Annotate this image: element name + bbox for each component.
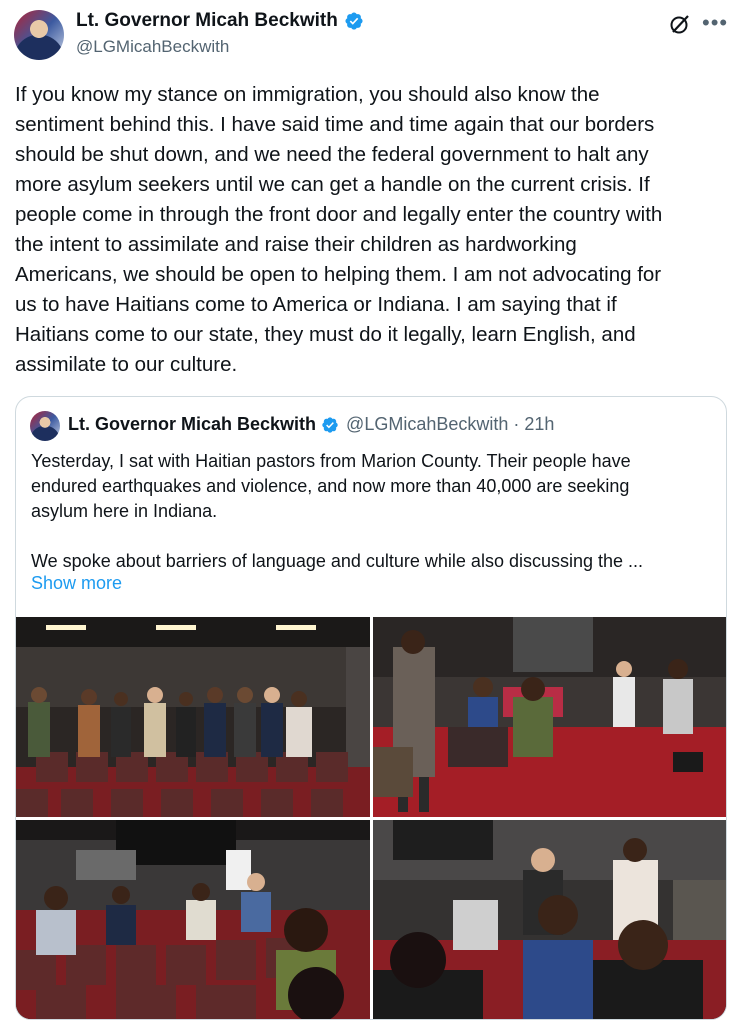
author-handle[interactable]: @LGMicahBeckwith: [76, 37, 229, 57]
tweet-header: Lt. Governor Micah Beckwith @LGMicahBeck…: [0, 0, 745, 70]
group-photo[interactable]: [16, 617, 370, 817]
author-name[interactable]: Lt. Governor Micah Beckwith: [76, 10, 338, 32]
quoted-author-name: Lt. Governor Micah Beckwith: [68, 414, 317, 434]
verified-badge-icon: [345, 12, 363, 30]
grok-icon[interactable]: [668, 12, 692, 36]
quoted-text: Yesterday, I sat with Haitian pastors fr…: [31, 451, 644, 571]
photo-grid: [16, 617, 726, 1019]
more-options-icon[interactable]: •••: [702, 10, 728, 36]
meeting-photo-3[interactable]: [373, 820, 726, 1019]
author-name-row[interactable]: Lt. Governor Micah Beckwith: [76, 10, 364, 32]
quoted-timestamp[interactable]: 21h: [524, 414, 554, 435]
quoted-tweet[interactable]: Lt. Governor Micah Beckwith @LGMicahBeck…: [15, 396, 727, 1020]
tweet-text: If you know my stance on immigration, yo…: [15, 83, 663, 376]
quoted-author-handle: @LGMicahBeckwith: [346, 414, 509, 434]
quoted-author-avatar: [30, 411, 60, 441]
meeting-photo-1[interactable]: [373, 617, 726, 817]
meeting-photo-2[interactable]: [16, 820, 370, 1019]
separator-dot: ·: [513, 414, 520, 434]
verified-badge-icon: [322, 416, 338, 433]
author-avatar[interactable]: [14, 10, 64, 60]
quoted-header: Lt. Governor Micah Beckwith @LGMicahBeck…: [68, 414, 554, 435]
show-more-link[interactable]: Show more: [31, 573, 122, 594]
